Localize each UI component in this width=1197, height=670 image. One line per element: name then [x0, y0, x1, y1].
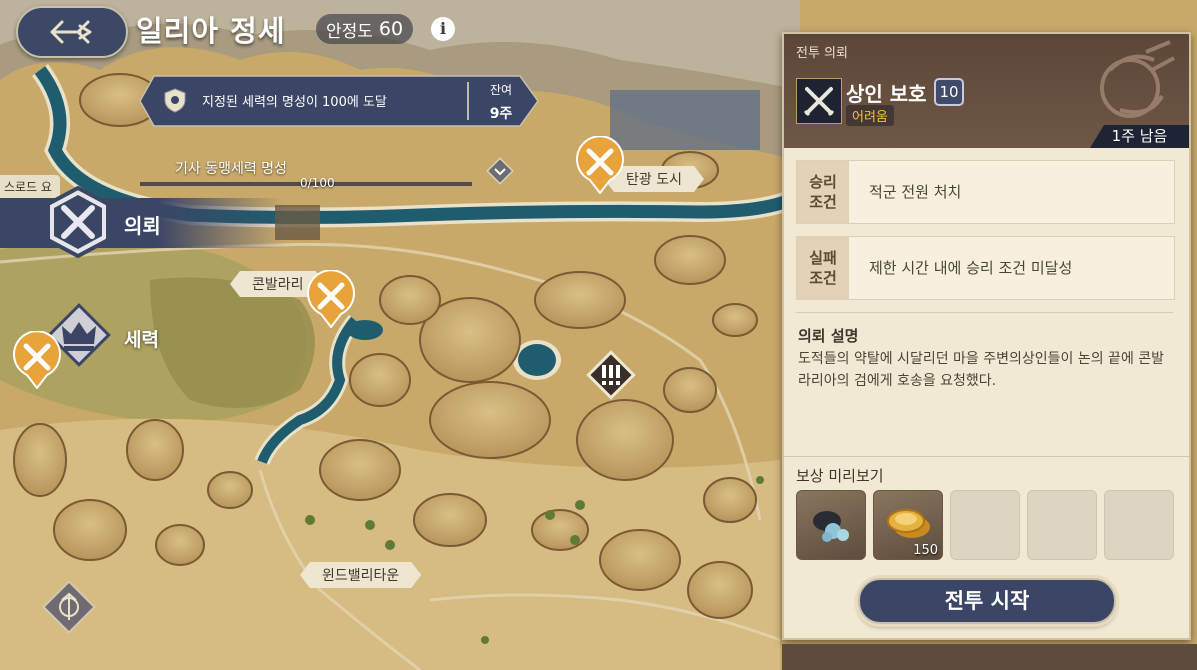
- stability-value: 60: [378, 18, 404, 40]
- weeks-left-badge: 1주 남음: [1090, 125, 1189, 148]
- ore-icon: [813, 511, 849, 542]
- reward-slot-empty: [950, 490, 1020, 560]
- description-text: 도적들의 약탈에 시달리던 마을 주변의상인들이 논의 끝에 콘발라리아의 검에…: [798, 351, 1165, 389]
- objective-text: 지정된 세력의 명성이 100에 도달: [202, 95, 387, 110]
- faction-menu-label[interactable]: 세력: [124, 325, 159, 352]
- objective-banner: 지정된 세력의 명성이 100에 도달 잔여 9주: [140, 72, 540, 130]
- page-title: 일리아 정세: [136, 14, 286, 48]
- start-battle-button[interactable]: 전투 시작: [858, 578, 1116, 624]
- quest-level-badge: 10: [934, 78, 964, 106]
- reputation-value: 0/100: [300, 176, 335, 190]
- panel-header: 전투 의뢰 상인 보호 10 어려움 1주 남음: [784, 34, 1189, 148]
- reward-slot-empty: [1104, 490, 1174, 560]
- expand-chevron-icon[interactable]: [486, 157, 514, 185]
- difficulty-label: 어려움: [846, 105, 894, 126]
- quest-title: 상인 보호: [846, 82, 927, 106]
- quest-category: 전투 의뢰: [796, 46, 848, 61]
- reward-slot-empty: [1027, 490, 1097, 560]
- failure-tag: 실패 조건: [797, 237, 849, 299]
- battle-marker-icon[interactable]: [305, 269, 357, 329]
- quest-crossed-swords-icon[interactable]: [42, 185, 114, 259]
- remaining-value: 9주: [489, 106, 513, 122]
- bottom-strip: [782, 644, 1197, 670]
- quest-swords-icon: [796, 78, 842, 124]
- reputation-label: 기사 동맹세력 명성: [175, 161, 287, 177]
- victory-tag: 승리 조건: [797, 161, 849, 223]
- description-title: 의뢰 설명: [798, 327, 859, 345]
- divider: [796, 312, 1173, 313]
- reward-slot-ore[interactable]: [796, 490, 866, 560]
- back-button[interactable]: [16, 6, 128, 58]
- victory-text: 적군 전원 처치: [869, 183, 962, 201]
- info-icon[interactable]: i: [431, 17, 455, 41]
- stability-label: 안정도: [326, 21, 373, 42]
- quest-menu-label: 의뢰: [124, 214, 161, 238]
- failure-condition: 실패 조건 제한 시간 내에 승리 조건 미달성: [796, 236, 1175, 300]
- divider: [784, 456, 1189, 457]
- battle-marker-icon[interactable]: [11, 330, 63, 390]
- compass-icon[interactable]: [38, 576, 100, 638]
- place-tag-windvalley-town[interactable]: 윈드밸리타운: [300, 562, 421, 588]
- reward-count: 150: [913, 543, 938, 558]
- reward-preview-title: 보상 미리보기: [796, 467, 884, 485]
- alert-event-icon[interactable]: [584, 348, 638, 402]
- back-arrow-icon: [50, 20, 92, 44]
- reward-slot-gold[interactable]: 150: [873, 490, 943, 560]
- failure-text: 제한 시간 내에 승리 조건 미달성: [869, 259, 1073, 277]
- quest-detail-panel: 전투 의뢰 상인 보호 10 어려움 1주 남음 승리 조건 적군 전원 처치 …: [782, 32, 1191, 640]
- faction-shield-icon: [162, 87, 188, 113]
- remaining-label: 잔여: [489, 83, 513, 97]
- emblem-icon: [1100, 40, 1175, 118]
- battle-marker-icon[interactable]: [574, 135, 626, 195]
- stability-badge: 안정도 60: [316, 14, 414, 44]
- victory-condition: 승리 조건 적군 전원 처치: [796, 160, 1175, 224]
